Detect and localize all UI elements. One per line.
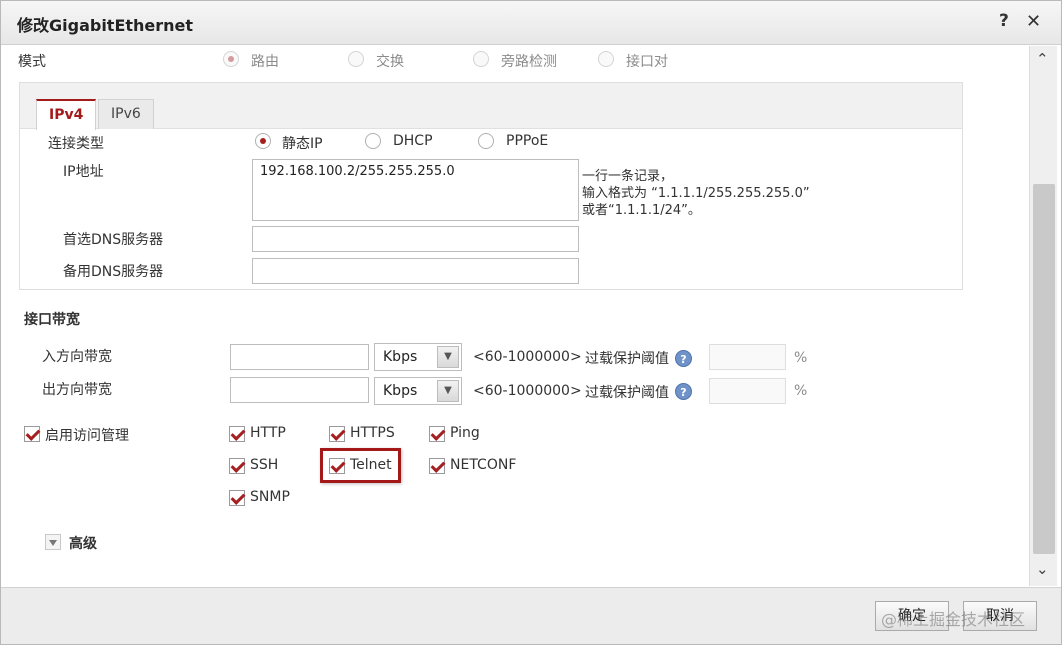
chevron-down-icon[interactable]: ⌄	[1036, 560, 1049, 578]
telnet-highlight-box	[320, 448, 401, 483]
inbound-threshold-label: 过载保护阈值	[585, 351, 669, 367]
ssh-checkbox[interactable]	[229, 458, 245, 474]
ip-address-label: IP地址	[63, 164, 104, 180]
netconf-checkbox[interactable]	[429, 458, 445, 474]
question-icon[interactable]: ?	[675, 350, 692, 367]
outbound-bandwidth-label: 出方向带宽	[42, 382, 112, 398]
scrollbar-thumb[interactable]	[1033, 184, 1055, 554]
tab-ipv4[interactable]: IPv4	[36, 99, 97, 130]
advanced-expand-icon[interactable]	[45, 534, 61, 550]
inbound-unit-select[interactable]: Kbps ▼	[374, 343, 462, 371]
bandwidth-section-title: 接口带宽	[24, 312, 80, 328]
question-icon[interactable]: ?	[675, 383, 692, 400]
http-checkbox[interactable]	[229, 426, 245, 442]
mode-label: 模式	[18, 54, 46, 70]
mode-route-radio[interactable]	[223, 51, 239, 67]
conn-pppoe-radio[interactable]	[478, 133, 494, 149]
chevron-down-icon: ▼	[437, 380, 459, 402]
inbound-range-hint: <60-1000000>	[473, 349, 582, 365]
close-icon[interactable]: ✕	[1026, 11, 1041, 32]
outbound-percent: %	[794, 383, 808, 399]
dns-secondary-input[interactable]	[252, 258, 579, 284]
chevron-up-icon[interactable]: ⌃	[1036, 50, 1049, 68]
mode-switch-radio[interactable]	[348, 51, 364, 67]
ip-hint-line-3: 或者“1.1.1.1/24”。	[582, 203, 701, 218]
enable-access-mgmt-label: 启用访问管理	[45, 428, 129, 444]
inbound-bandwidth-label: 入方向带宽	[42, 349, 112, 365]
inbound-threshold-input[interactable]	[709, 344, 786, 370]
conn-static-radio[interactable]	[255, 133, 271, 149]
tab-ipv6[interactable]: IPv6	[98, 99, 154, 129]
ip-tab-strip: IPv4 IPv6	[20, 83, 962, 130]
dialog-titlebar: 修改GigabitEthernet ? ✕	[1, 1, 1061, 45]
inbound-percent: %	[794, 350, 808, 366]
snmp-label: SNMP	[250, 489, 290, 505]
outbound-unit-value: Kbps	[383, 383, 418, 399]
chevron-down-icon: ▼	[437, 346, 459, 368]
dialog-title: 修改GigabitEthernet	[17, 16, 194, 35]
edit-interface-dialog: 修改GigabitEthernet ? ✕ 模式 路由 交换 旁路检测 接口对 …	[0, 0, 1062, 645]
outbound-bandwidth-input[interactable]	[230, 377, 369, 403]
snmp-checkbox[interactable]	[229, 490, 245, 506]
https-checkbox[interactable]	[329, 426, 345, 442]
connection-type-label: 连接类型	[48, 136, 104, 152]
mode-bypass-label: 旁路检测	[501, 54, 557, 70]
mode-bypass-radio[interactable]	[473, 51, 489, 67]
conn-dhcp-radio[interactable]	[365, 133, 381, 149]
enable-access-mgmt-checkbox[interactable]	[24, 426, 40, 442]
content-scrollbar[interactable]: ⌃ ⌄	[1029, 46, 1057, 586]
dns-primary-label: 首选DNS服务器	[63, 232, 164, 248]
ssh-label: SSH	[250, 457, 279, 473]
advanced-section-label[interactable]: 高级	[69, 533, 97, 553]
dns-secondary-label: 备用DNS服务器	[63, 264, 164, 280]
conn-static-label: 静态IP	[282, 136, 323, 152]
conn-pppoe-label: PPPoE	[506, 133, 549, 149]
mode-pair-label: 接口对	[626, 54, 668, 70]
outbound-threshold-input[interactable]	[709, 378, 786, 404]
mode-switch-label: 交换	[376, 54, 404, 70]
watermark-text: @稀土掘金技术社区	[881, 610, 1026, 629]
dns-primary-input[interactable]	[252, 226, 579, 252]
mode-route-label: 路由	[251, 54, 279, 70]
netconf-label: NETCONF	[450, 457, 517, 473]
outbound-unit-select[interactable]: Kbps ▼	[374, 377, 462, 405]
ip-config-panel: IPv4 IPv6 连接类型 静态IP DHCP PPPoE IP地址 192.…	[19, 82, 963, 290]
dialog-footer: 确定 取消 @稀土掘金技术社区	[1, 587, 1061, 644]
dialog-content: 模式 路由 交换 旁路检测 接口对 IPv4 IPv6 连接类型 静态IP DH…	[5, 46, 1029, 586]
https-label: HTTPS	[350, 425, 395, 441]
outbound-range-hint: <60-1000000>	[473, 383, 582, 399]
inbound-unit-value: Kbps	[383, 349, 418, 365]
help-icon[interactable]: ?	[999, 11, 1009, 31]
inbound-bandwidth-input[interactable]	[230, 344, 369, 370]
http-label: HTTP	[250, 425, 286, 441]
ip-address-textarea[interactable]: 192.168.100.2/255.255.255.0	[252, 159, 579, 221]
mode-pair-radio[interactable]	[598, 51, 614, 67]
outbound-threshold-label: 过载保护阈值	[585, 385, 669, 401]
conn-dhcp-label: DHCP	[393, 133, 433, 149]
ping-checkbox[interactable]	[429, 426, 445, 442]
ping-label: Ping	[450, 425, 480, 441]
